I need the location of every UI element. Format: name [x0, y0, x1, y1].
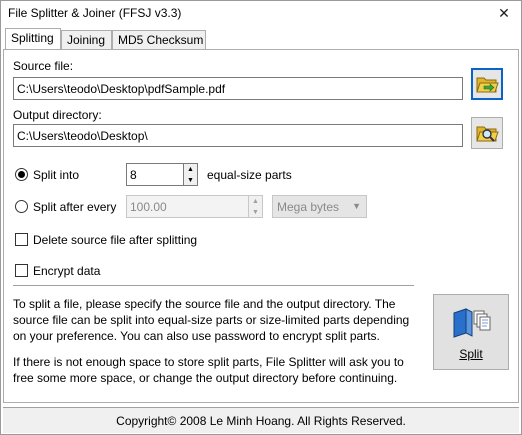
browse-source-button[interactable]: [471, 68, 503, 100]
tab-joining[interactable]: Joining: [61, 30, 112, 49]
parts-count-stepper[interactable]: ▲ ▼: [183, 163, 198, 186]
part-size-stepper[interactable]: ▲ ▼: [248, 195, 263, 218]
browse-output-button[interactable]: [471, 117, 503, 149]
parts-count-input[interactable]: 8: [126, 163, 184, 186]
radio-selected-dot: [18, 171, 25, 178]
encrypt-data-checkbox[interactable]: [15, 264, 28, 277]
split-button-label: Split: [459, 347, 483, 361]
close-icon: ✕: [498, 4, 510, 21]
window-title: File Splitter & Joiner (FFSJ v3.3): [8, 6, 182, 20]
tab-splitting[interactable]: Splitting: [5, 28, 61, 49]
parts-suffix-label: equal-size parts: [207, 168, 292, 182]
tab-strip: Splitting Joining MD5 Checksum: [3, 28, 519, 49]
folder-search-icon: [476, 126, 499, 142]
split-every-radio[interactable]: [15, 200, 28, 213]
status-bar: Copyright© 2008 Le Minh Hoang. All Right…: [3, 407, 519, 433]
source-file-input[interactable]: C:\Users\teodo\Desktop\pdfSample.pdf: [13, 77, 463, 100]
part-size-input[interactable]: 100.00: [126, 195, 249, 218]
chevron-down-icon: ▼: [352, 201, 361, 211]
separator: [13, 285, 414, 286]
split-button[interactable]: Split: [433, 294, 509, 370]
tab-md5-checksum[interactable]: MD5 Checksum: [112, 30, 206, 49]
split-into-label: Split into: [33, 168, 80, 182]
output-directory-label: Output directory:: [13, 108, 102, 122]
size-unit-value: Mega bytes: [277, 200, 340, 214]
spin-up-icon[interactable]: ▲: [249, 196, 262, 206]
folder-browse-icon: [476, 77, 499, 93]
delete-source-checkbox[interactable]: [15, 233, 28, 246]
app-window: File Splitter & Joiner (FFSJ v3.3) ✕ Spl…: [0, 0, 522, 435]
close-button[interactable]: ✕: [487, 1, 521, 25]
split-into-radio[interactable]: [15, 168, 28, 181]
delete-source-label: Delete source file after splitting: [33, 233, 198, 247]
split-every-label: Split after every: [33, 200, 117, 214]
split-files-icon: [453, 308, 491, 338]
info-paragraph-1: To split a file, please specify the sour…: [13, 297, 410, 343]
spin-down-icon[interactable]: ▼: [249, 207, 262, 217]
output-directory-input[interactable]: C:\Users\teodo\Desktop\: [13, 124, 463, 147]
spin-up-icon[interactable]: ▲: [184, 164, 197, 174]
copyright-text: Copyright© 2008 Le Minh Hoang. All Right…: [116, 414, 406, 428]
encrypt-data-label: Encrypt data: [33, 264, 101, 278]
spin-down-icon[interactable]: ▼: [184, 175, 197, 185]
splitting-panel: Source file: C:\Users\teodo\Desktop\pdfS…: [3, 49, 519, 403]
size-unit-select[interactable]: Mega bytes ▼: [272, 195, 367, 218]
title-bar: File Splitter & Joiner (FFSJ v3.3) ✕: [1, 1, 521, 25]
source-file-label: Source file:: [13, 59, 74, 73]
info-paragraph-2: If there is not enough space to store sp…: [13, 355, 404, 385]
